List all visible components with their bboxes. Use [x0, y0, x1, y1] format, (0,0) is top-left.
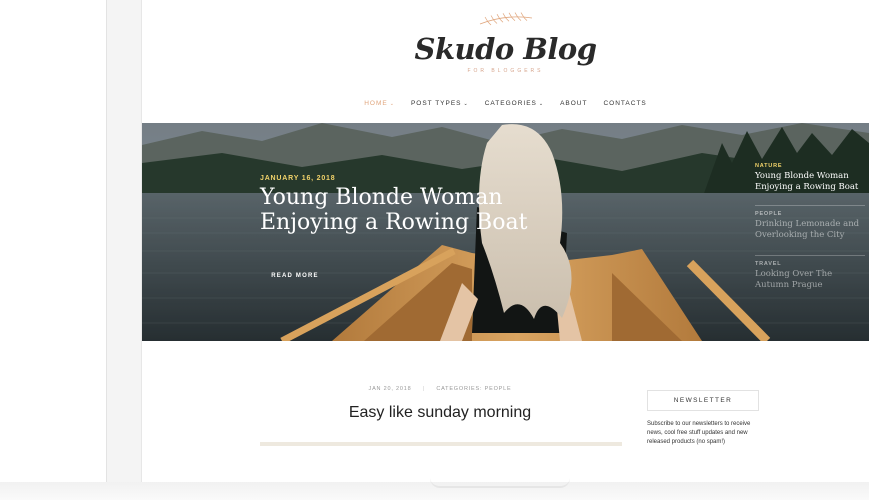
read-more-button[interactable]: READ MORE — [266, 267, 324, 285]
hero-slider[interactable]: JANUARY 16, 2018 Young Blonde Woman Enjo… — [142, 123, 869, 341]
nav-item-label: ABOUT — [560, 100, 588, 107]
chevron-down-icon: ⌄ — [463, 100, 469, 107]
slider-nav-category: TRAVEL — [755, 261, 782, 267]
site-logo[interactable]: Skudo Blog FOR BLOGGERS — [142, 8, 869, 74]
post-date: JAN 20, 2018 — [368, 386, 412, 392]
nav-item-home[interactable]: HOME ⌄ — [364, 100, 395, 107]
nav-item-label: HOME — [364, 100, 388, 107]
nav-item-categories[interactable]: CATEGORIES ⌄ — [485, 100, 544, 107]
nav-item-label: POST TYPES — [410, 100, 462, 107]
nav-item-about[interactable]: ABOUT — [560, 100, 587, 107]
slider-nav-title[interactable]: Looking Over The Autumn Prague — [755, 269, 867, 291]
screen: Skudo Blog FOR BLOGGERS HOME ⌄ POST TYPES… — [142, 0, 869, 446]
meta-separator: | — [422, 386, 426, 392]
page: Skudo Blog FOR BLOGGERS HOME ⌄ POST TYPES… — [0, 0, 869, 500]
slider-nav-item[interactable]: TRAVEL Looking Over The Autumn Prague — [755, 261, 867, 291]
logo-tagline: FOR BLOGGERS — [467, 68, 544, 74]
device-foot — [430, 478, 570, 488]
nav-item-label: CATEGORIES — [484, 100, 537, 107]
slider-nav-category: NATURE — [755, 163, 783, 169]
logo-text: Skudo Blog — [414, 32, 598, 66]
nav-item-contacts[interactable]: CONTACTS — [603, 100, 646, 107]
slider-nav-title[interactable]: Young Blonde Woman Enjoying a Rowing Boa… — [755, 171, 867, 193]
post-image[interactable] — [260, 442, 622, 446]
nav-item-post-types[interactable]: POST TYPES ⌄ — [411, 100, 469, 107]
device-side — [0, 0, 108, 500]
newsletter-text: Subscribe to our newsletters to receive … — [647, 421, 751, 445]
post-categories[interactable]: CATEGORIES: PEOPLE — [436, 386, 511, 392]
slider-nav-item[interactable]: PEOPLE Drinking Lemonade and Overlooking… — [755, 211, 867, 241]
main-nav: HOME ⌄ POST TYPES ⌄ CATEGORIES ⌄ ABOUT CONT… — [142, 100, 869, 107]
nav-item-label: CONTACTS — [603, 100, 647, 107]
hero-title[interactable]: Young Blonde Woman Enjoying a Rowing Boa… — [260, 185, 530, 235]
leaf-ornament-icon — [479, 12, 532, 26]
slider-nav-title[interactable]: Drinking Lemonade and Overlooking the Ci… — [755, 219, 867, 241]
hero-date: JANUARY 16, 2018 — [260, 175, 336, 182]
slider-nav-category: PEOPLE — [755, 211, 783, 217]
slider-nav-item[interactable]: NATURE Young Blonde Woman Enjoying a Row… — [755, 163, 867, 193]
newsletter-heading: NEWSLETTER — [647, 390, 759, 411]
chevron-down-icon: ⌄ — [538, 100, 545, 107]
slider-nav-divider — [755, 255, 865, 256]
slider-nav-divider — [755, 205, 865, 206]
device-bezel — [106, 0, 142, 482]
chevron-down-icon: ⌄ — [389, 100, 395, 107]
